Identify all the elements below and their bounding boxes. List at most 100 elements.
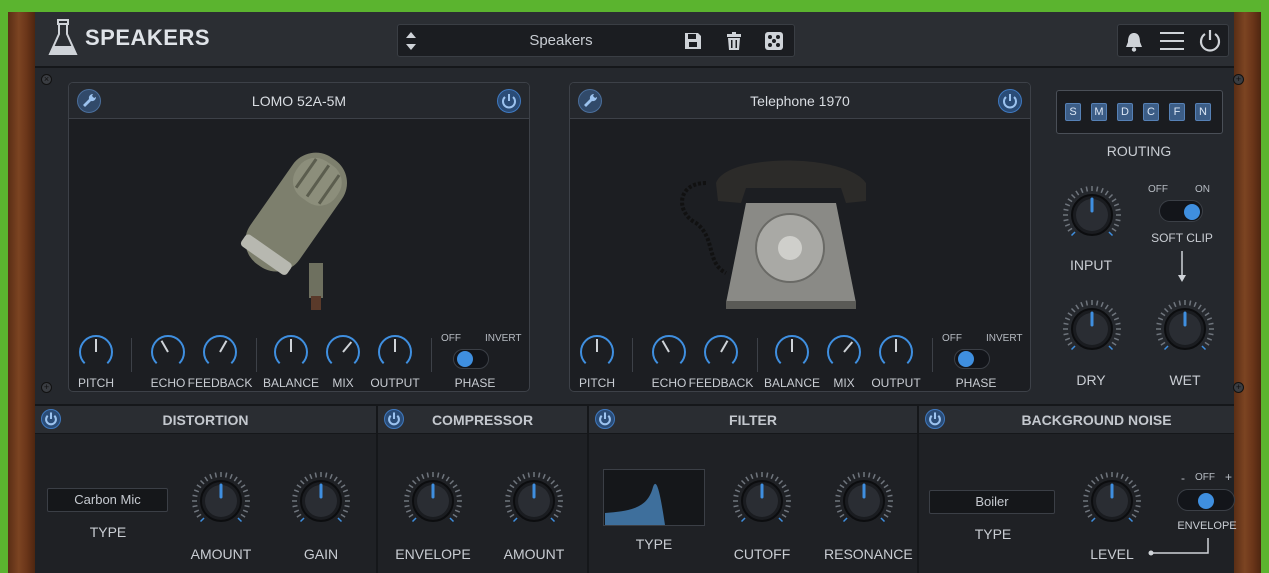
balance-knob[interactable] bbox=[773, 333, 811, 371]
routing-button-f[interactable]: F bbox=[1169, 103, 1185, 121]
softclip-on-label: ON bbox=[1195, 184, 1210, 195]
phase-invert-label: INVERT bbox=[485, 333, 522, 344]
feedback-knob[interactable] bbox=[702, 333, 740, 371]
routing-button-d[interactable]: D bbox=[1117, 103, 1133, 121]
plugin-window: SPEAKERS Speakers × + + + LOMO 52A-5M PI… bbox=[35, 12, 1244, 573]
noise-power-button[interactable] bbox=[925, 409, 945, 429]
section-title: DISTORTION bbox=[162, 412, 249, 428]
mix-knob[interactable] bbox=[324, 333, 362, 371]
phase-label: PHASE bbox=[955, 376, 997, 390]
compressor-amount-knob[interactable] bbox=[503, 470, 565, 532]
module-power-button[interactable] bbox=[497, 89, 521, 113]
phase-label: PHASE bbox=[454, 376, 496, 390]
menu-icon[interactable] bbox=[1160, 30, 1184, 52]
envelope-toggle[interactable] bbox=[1177, 489, 1235, 511]
output-label: OUTPUT bbox=[370, 376, 420, 390]
pitch-knob[interactable] bbox=[77, 333, 115, 371]
balance-knob[interactable] bbox=[272, 333, 310, 371]
background-noise-section: BACKGROUND NOISE Boiler TYPE LEVEL - OFF… bbox=[919, 406, 1237, 573]
phase-toggle[interactable] bbox=[453, 349, 489, 369]
mix-knob[interactable] bbox=[825, 333, 863, 371]
module-title: Telephone 1970 bbox=[750, 93, 850, 109]
separator bbox=[431, 338, 432, 372]
flask-icon bbox=[48, 19, 78, 55]
wood-side-left bbox=[8, 12, 35, 573]
compressor-envelope-knob[interactable] bbox=[402, 470, 464, 532]
preset-arrows-icon[interactable] bbox=[404, 29, 418, 53]
logo: SPEAKERS bbox=[47, 18, 210, 58]
separator bbox=[256, 338, 257, 372]
distortion-gain-label: GAIN bbox=[303, 546, 339, 562]
module-title: LOMO 52A-5M bbox=[251, 93, 347, 109]
section-header: COMPRESSOR bbox=[378, 406, 587, 434]
envelope-off-label: OFF bbox=[1195, 472, 1215, 483]
noise-type-label: TYPE bbox=[974, 526, 1012, 542]
bell-icon[interactable] bbox=[1124, 31, 1144, 53]
screw-icon: + bbox=[1233, 74, 1244, 85]
wet-knob[interactable] bbox=[1154, 298, 1216, 360]
arrow-down-icon bbox=[1178, 251, 1186, 282]
softclip-off-label: OFF bbox=[1148, 184, 1168, 195]
wet-label: WET bbox=[1169, 372, 1201, 388]
wood-side-right bbox=[1234, 12, 1261, 573]
microphone-image bbox=[240, 152, 347, 310]
power-icon[interactable] bbox=[1198, 29, 1222, 53]
routing-button-s[interactable]: S bbox=[1065, 103, 1081, 121]
module-power-button[interactable] bbox=[998, 89, 1022, 113]
phase-off-label: OFF bbox=[441, 333, 461, 344]
output-knob[interactable] bbox=[376, 333, 414, 371]
noise-level-label: LEVEL bbox=[1090, 546, 1134, 562]
envelope-plus-label: + bbox=[1225, 470, 1233, 484]
trash-icon[interactable] bbox=[724, 31, 744, 51]
filter-resonance-knob[interactable] bbox=[833, 470, 895, 532]
soft-clip-toggle[interactable] bbox=[1159, 200, 1203, 222]
telephone-image bbox=[680, 160, 866, 309]
soft-clip-label: SOFT CLIP bbox=[1151, 231, 1213, 245]
feedback-knob[interactable] bbox=[201, 333, 239, 371]
separator bbox=[632, 338, 633, 372]
separator bbox=[757, 338, 758, 372]
app-title: SPEAKERS bbox=[85, 25, 211, 50]
noise-level-knob[interactable] bbox=[1081, 470, 1143, 532]
echo-knob[interactable] bbox=[650, 333, 688, 371]
phase-toggle[interactable] bbox=[954, 349, 990, 369]
input-label: INPUT bbox=[1070, 257, 1112, 273]
filter-type-display[interactable] bbox=[603, 469, 705, 526]
output-knob[interactable] bbox=[877, 333, 915, 371]
input-knob[interactable] bbox=[1061, 184, 1123, 246]
module-header: Telephone 1970 bbox=[570, 83, 1030, 119]
noise-type-dropdown[interactable]: Boiler bbox=[929, 490, 1055, 514]
routing-label: ROUTING bbox=[1106, 143, 1172, 159]
top-bar: SPEAKERS Speakers bbox=[35, 12, 1234, 68]
screw-icon: × bbox=[41, 74, 52, 85]
echo-knob[interactable] bbox=[149, 333, 187, 371]
filter-resonance-label: RESONANCE bbox=[824, 546, 913, 562]
routing-button-n[interactable]: N bbox=[1195, 103, 1211, 121]
separator bbox=[131, 338, 132, 372]
save-icon[interactable] bbox=[683, 31, 703, 51]
envelope-label: ENVELOPE bbox=[1177, 520, 1237, 532]
phase-off-label: OFF bbox=[942, 333, 962, 344]
distortion-amount-label: AMOUNT bbox=[190, 546, 252, 562]
distortion-type-label: TYPE bbox=[89, 524, 127, 540]
distortion-amount-knob[interactable] bbox=[190, 470, 252, 532]
top-right-controls bbox=[1117, 24, 1229, 57]
pitch-knob[interactable] bbox=[578, 333, 616, 371]
preset-name[interactable]: Speakers bbox=[458, 32, 664, 49]
routing-button-m[interactable]: M bbox=[1091, 103, 1107, 121]
separator bbox=[932, 338, 933, 372]
dry-knob[interactable] bbox=[1061, 298, 1123, 360]
envelope-link-line bbox=[1148, 538, 1209, 556]
filter-cutoff-knob[interactable] bbox=[731, 470, 793, 532]
phase-invert-label: INVERT bbox=[986, 333, 1023, 344]
module-header: LOMO 52A-5M bbox=[69, 83, 529, 119]
compressor-amount-label: AMOUNT bbox=[503, 546, 565, 562]
filter-cutoff-label: CUTOFF bbox=[733, 546, 791, 562]
distortion-gain-knob[interactable] bbox=[290, 470, 352, 532]
dice-icon[interactable] bbox=[764, 31, 784, 51]
pitch-label: PITCH bbox=[78, 376, 114, 390]
distortion-type-dropdown[interactable]: Carbon Mic bbox=[47, 488, 168, 512]
feedback-label: FEEDBACK bbox=[688, 376, 754, 390]
routing-button-c[interactable]: C bbox=[1143, 103, 1159, 121]
preset-selector[interactable]: Speakers bbox=[397, 24, 795, 57]
